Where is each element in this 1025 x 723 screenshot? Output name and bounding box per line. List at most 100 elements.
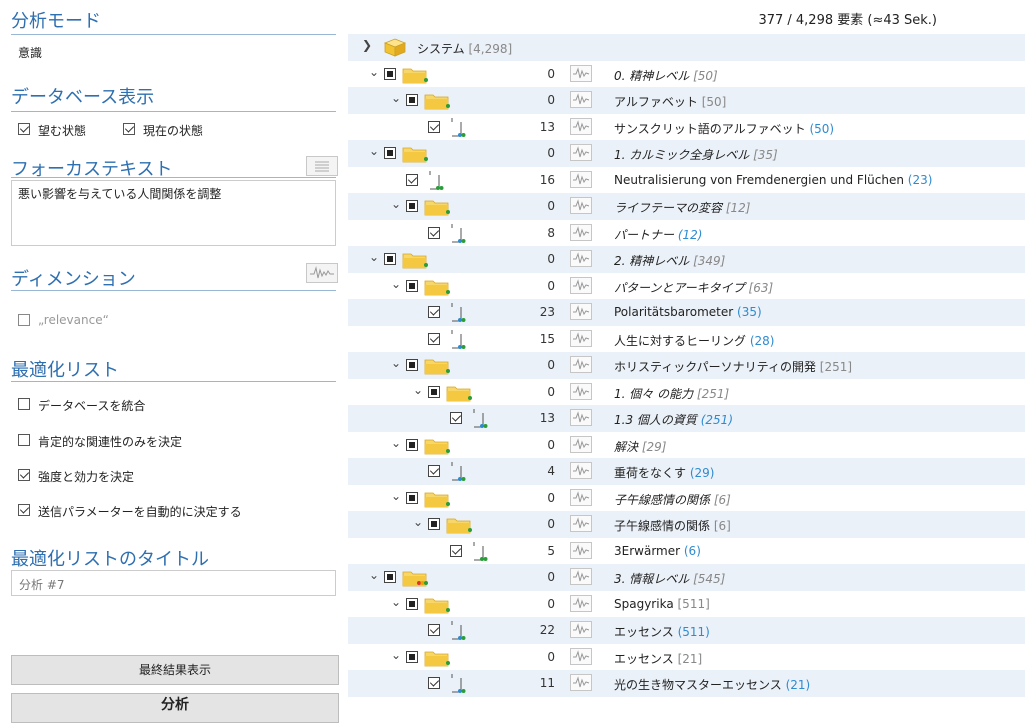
row-checkbox[interactable] bbox=[428, 306, 440, 318]
row-checkbox[interactable] bbox=[450, 544, 462, 557]
waveform-button[interactable] bbox=[570, 541, 592, 559]
tree-folder-row[interactable]: ⌄ 0 子午線感情の関係 [6] bbox=[348, 511, 1025, 538]
chevron-down-icon[interactable]: ⌄ bbox=[368, 568, 380, 582]
tree-leaf-row[interactable]: 13 1.3 個人の資質 (251) bbox=[348, 405, 1025, 432]
tree-folder-row[interactable]: ⌄ 0 ライフテーマの変容 [12] bbox=[348, 193, 1025, 220]
waveform-button[interactable] bbox=[570, 91, 592, 108]
waveform-button[interactable] bbox=[570, 409, 592, 426]
tree-folder-row[interactable]: ⌄ 0 2. 精神レベル [349] bbox=[348, 246, 1025, 273]
chevron-down-icon[interactable]: ⌄ bbox=[390, 648, 402, 662]
relevance-label[interactable]: „relevance“ bbox=[38, 313, 109, 327]
tree-leaf-row[interactable]: 16 Neutralisierung von Fremdenergien und … bbox=[348, 167, 1025, 194]
row-checkbox[interactable] bbox=[406, 279, 418, 292]
row-checkbox[interactable] bbox=[406, 438, 418, 451]
waveform-button[interactable] bbox=[570, 594, 592, 612]
tree-root-row[interactable]: ❯ システム [4,298] bbox=[348, 34, 1025, 61]
row-checkbox[interactable] bbox=[384, 571, 396, 583]
relevance-checkbox[interactable] bbox=[18, 314, 30, 326]
waveform-button[interactable] bbox=[570, 223, 592, 241]
waveform-button[interactable] bbox=[570, 568, 592, 585]
waveform-button[interactable] bbox=[570, 621, 592, 638]
row-checkbox[interactable] bbox=[428, 332, 440, 345]
tree-folder-row[interactable]: ⌄ 0 パターンとアーキタイプ [63] bbox=[348, 273, 1025, 300]
tree-leaf-row[interactable]: 13 サンスクリット語のアルファベット (50) bbox=[348, 114, 1025, 141]
list-title-input[interactable]: 分析 #7 bbox=[11, 570, 336, 596]
row-label[interactable]: 3. 情報レベル [545] bbox=[614, 570, 725, 587]
row-checkbox[interactable] bbox=[428, 624, 440, 636]
row-label[interactable]: エッセンス (511) bbox=[614, 623, 710, 640]
row-label[interactable]: Spagyrika [511] bbox=[614, 597, 710, 611]
chevron-down-icon[interactable]: ⌄ bbox=[412, 515, 424, 529]
tree-leaf-row[interactable]: 11 光の生き物マスターエッセンス (21) bbox=[348, 670, 1025, 697]
tree-leaf-row[interactable]: 5 3Erwärmer (6) bbox=[348, 538, 1025, 565]
optimization-option-label[interactable]: 送信パラメーターを自動的に決定する bbox=[38, 503, 242, 520]
tree-leaf-row[interactable]: 23 Polaritätsbarometer (35) bbox=[348, 299, 1025, 326]
row-checkbox[interactable] bbox=[384, 67, 396, 80]
waveform-button[interactable] bbox=[570, 647, 592, 665]
waveform-button[interactable] bbox=[570, 329, 592, 347]
chevron-down-icon[interactable]: ⌄ bbox=[390, 356, 402, 370]
tree-folder-row[interactable]: ⌄ 0 子午線感情の関係 [6] bbox=[348, 485, 1025, 512]
row-checkbox[interactable] bbox=[406, 94, 418, 106]
chevron-down-icon[interactable]: ⌄ bbox=[390, 489, 402, 503]
list-view-button[interactable] bbox=[306, 156, 338, 176]
row-label[interactable]: 子午線感情の関係 [6] bbox=[614, 491, 731, 508]
waveform-button[interactable] bbox=[570, 64, 592, 82]
row-checkbox[interactable] bbox=[406, 650, 418, 663]
analysis-mode-value[interactable]: 意識 bbox=[18, 44, 42, 61]
chevron-down-icon[interactable]: ⌄ bbox=[412, 383, 424, 397]
tree-folder-row[interactable]: ⌄ 0 3. 情報レベル [545] bbox=[348, 564, 1025, 591]
waveform-button[interactable] bbox=[570, 276, 592, 294]
optimization-option-checkbox[interactable] bbox=[18, 469, 30, 481]
row-label[interactable]: 1. 個々 の能力 [251] bbox=[614, 385, 729, 402]
waveform-button[interactable] bbox=[570, 356, 592, 373]
waveform-button[interactable] bbox=[570, 488, 592, 506]
tree-folder-row[interactable]: ⌄ 0 0. 精神レベル [50] bbox=[348, 61, 1025, 88]
tree-folder-row[interactable]: ⌄ 0 アルファベット [50] bbox=[348, 87, 1025, 114]
chevron-down-icon[interactable]: ⌄ bbox=[368, 144, 380, 158]
row-label[interactable]: 重荷をなくす (29) bbox=[614, 464, 714, 481]
row-label[interactable]: ライフテーマの変容 [12] bbox=[614, 199, 750, 216]
row-label[interactable]: パターンとアーキタイプ [63] bbox=[614, 279, 773, 296]
optimization-option-label[interactable]: データベースを統合 bbox=[38, 397, 145, 414]
row-label[interactable]: 1.3 個人の資質 (251) bbox=[614, 411, 733, 428]
waveform-button[interactable] bbox=[570, 435, 592, 453]
current-state-checkbox[interactable] bbox=[123, 123, 135, 135]
optimization-option-label[interactable]: 肯定的な関連性のみを決定 bbox=[38, 433, 182, 450]
chevron-down-icon[interactable]: ⌄ bbox=[368, 250, 380, 264]
waveform-button[interactable] bbox=[570, 170, 592, 188]
row-checkbox[interactable] bbox=[428, 120, 440, 133]
waveform-button[interactable] bbox=[570, 250, 592, 267]
chevron-down-icon[interactable]: ❯ bbox=[361, 38, 373, 52]
tree-leaf-row[interactable]: 15 人生に対するヒーリング (28) bbox=[348, 326, 1025, 353]
row-label[interactable]: 人生に対するヒーリング (28) bbox=[614, 332, 774, 349]
focus-text-area[interactable]: 悪い影響を与えている人間関係を調整 bbox=[11, 180, 336, 246]
row-checkbox[interactable] bbox=[428, 385, 440, 398]
waveform-button[interactable] bbox=[570, 303, 592, 320]
row-label[interactable]: サンスクリット語のアルファベット (50) bbox=[614, 120, 834, 137]
chevron-down-icon[interactable]: ⌄ bbox=[390, 595, 402, 609]
tree-folder-row[interactable]: ⌄ 0 1. 個々 の能力 [251] bbox=[348, 379, 1025, 406]
row-checkbox[interactable] bbox=[406, 491, 418, 504]
analyze-button[interactable]: 分析 bbox=[11, 693, 339, 723]
row-checkbox[interactable] bbox=[428, 677, 440, 689]
waveform-button[interactable] bbox=[570, 462, 592, 479]
current-state-label[interactable]: 現在の状態 bbox=[143, 122, 203, 139]
row-label[interactable]: ホリスティックパーソナリティの開発 [251] bbox=[614, 358, 852, 375]
tree-folder-row[interactable]: ⌄ 0 1. カルミック全身レベル [35] bbox=[348, 140, 1025, 167]
row-label[interactable]: Polaritätsbarometer (35) bbox=[614, 305, 762, 319]
optimization-option-label[interactable]: 強度と効力を決定 bbox=[38, 468, 134, 485]
tree-folder-row[interactable]: ⌄ 0 Spagyrika [511] bbox=[348, 591, 1025, 618]
row-label[interactable]: アルファベット [50] bbox=[614, 93, 726, 110]
optimization-option-checkbox[interactable] bbox=[18, 434, 30, 446]
desired-state-checkbox[interactable] bbox=[18, 123, 30, 135]
chevron-down-icon[interactable]: ⌄ bbox=[390, 277, 402, 291]
row-checkbox[interactable] bbox=[406, 173, 418, 186]
row-label[interactable]: 子午線感情の関係 [6] bbox=[614, 517, 731, 534]
tree-folder-row[interactable]: ⌄ 0 解決 [29] bbox=[348, 432, 1025, 459]
row-label[interactable]: 2. 精神レベル [349] bbox=[614, 252, 725, 269]
show-results-button[interactable]: 最終結果表示 bbox=[11, 655, 339, 685]
row-label[interactable]: 1. カルミック全身レベル [35] bbox=[614, 146, 778, 163]
tree-leaf-row[interactable]: 22 エッセンス (511) bbox=[348, 617, 1025, 644]
row-checkbox[interactable] bbox=[406, 200, 418, 212]
